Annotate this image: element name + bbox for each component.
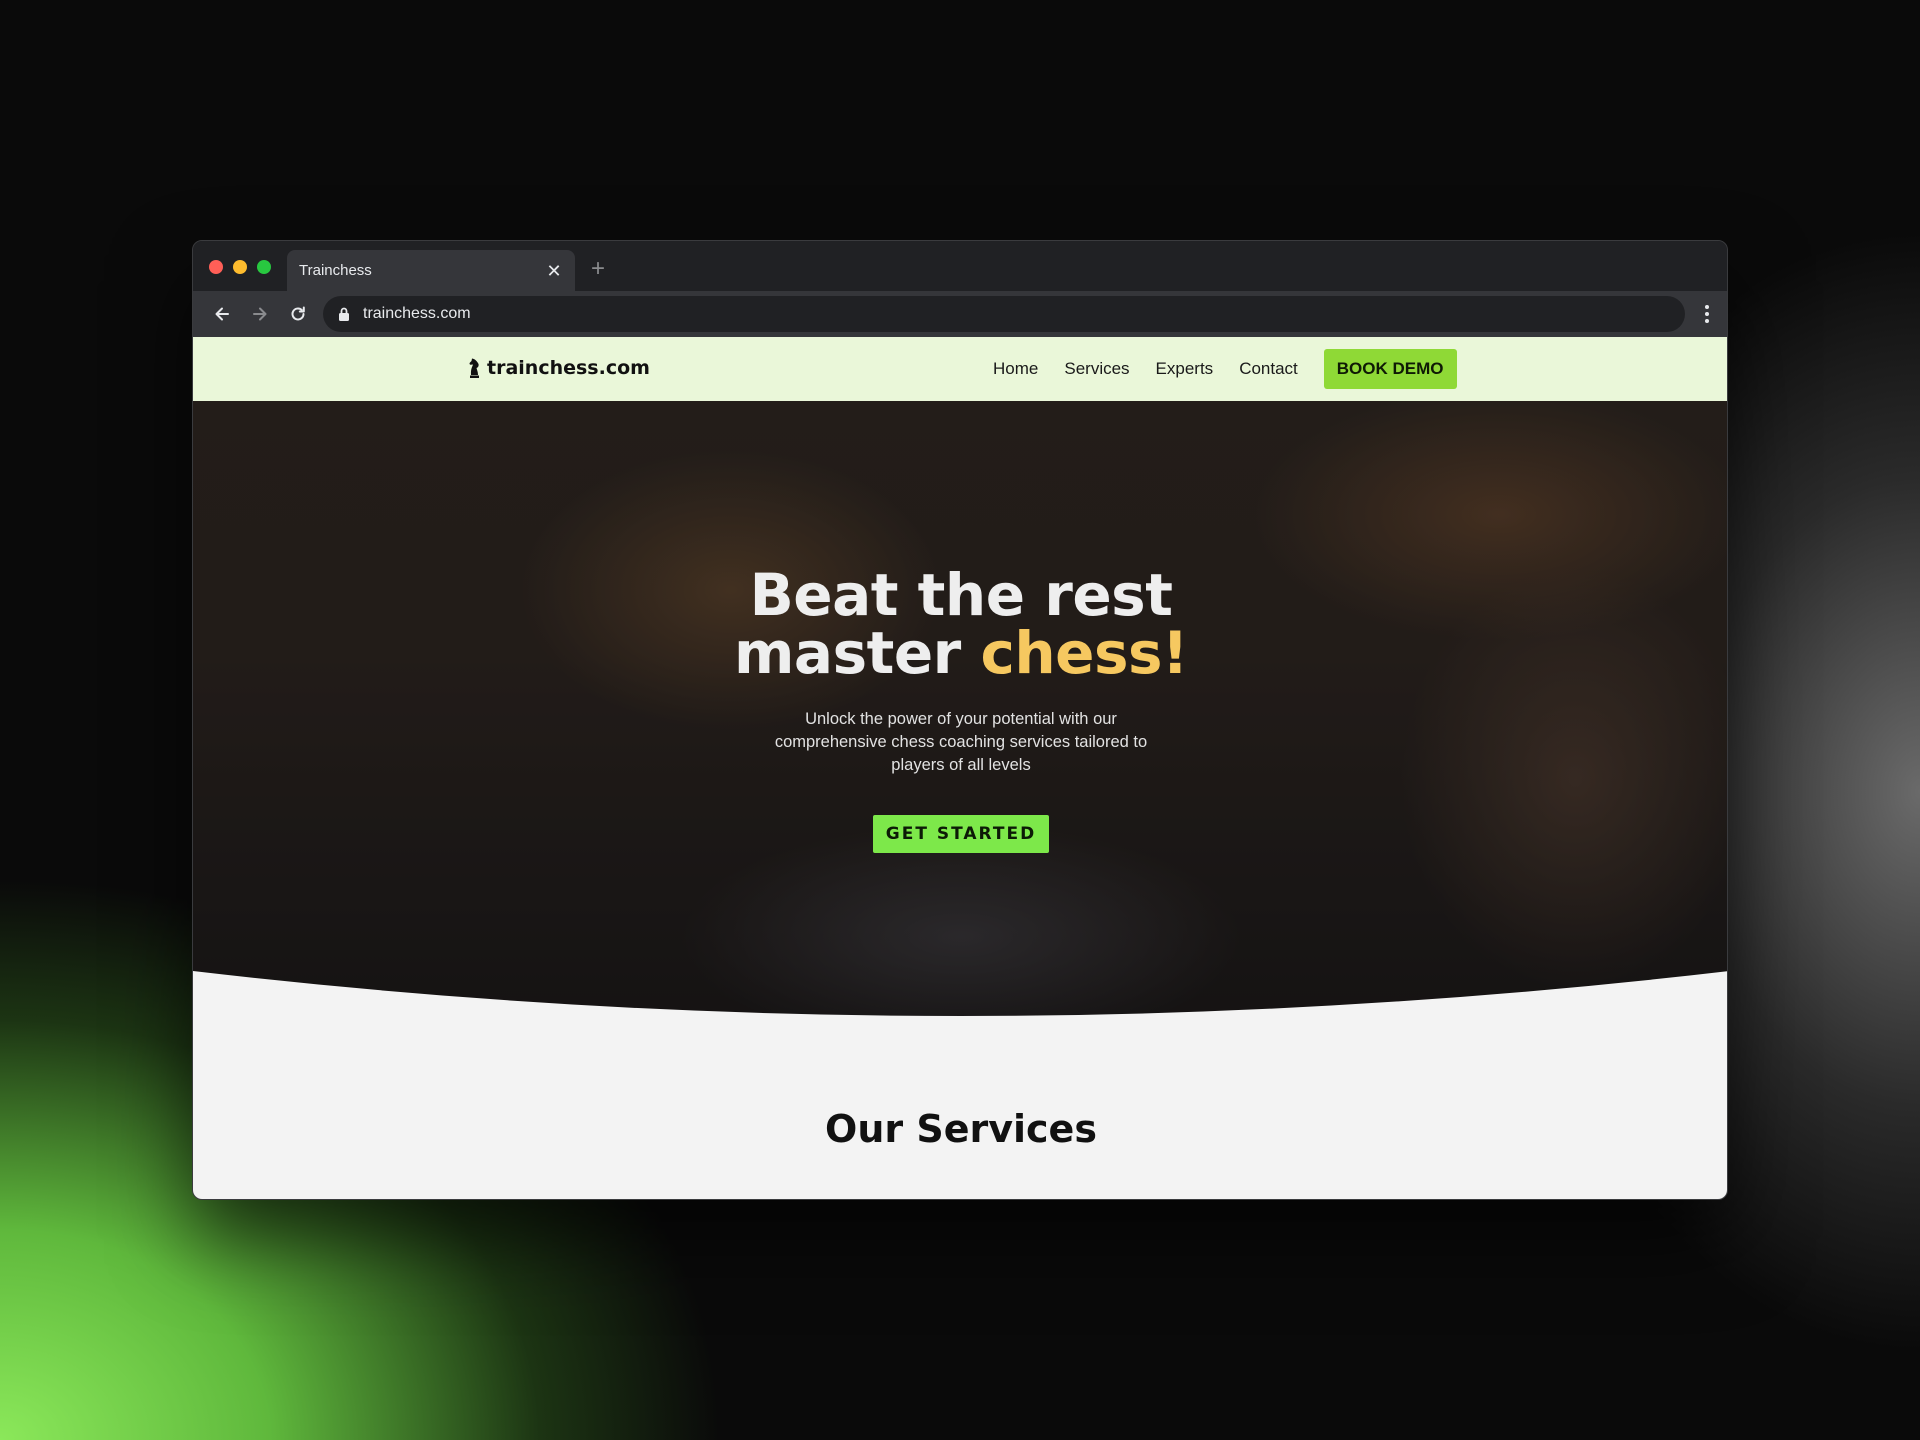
services-heading: Our Services bbox=[825, 1107, 1097, 1151]
chess-knight-icon bbox=[469, 358, 479, 378]
nav-link-contact[interactable]: Contact bbox=[1239, 359, 1298, 379]
hero-content: Beat the rest master chess! Unlock the p… bbox=[193, 566, 1727, 853]
forward-icon[interactable] bbox=[241, 296, 279, 332]
tab-title: Trainchess bbox=[299, 262, 372, 279]
site-header: trainchess.com Home Services Experts Con… bbox=[193, 337, 1727, 401]
nav-link-experts[interactable]: Experts bbox=[1156, 359, 1214, 379]
address-bar[interactable]: trainchess.com bbox=[323, 296, 1685, 332]
close-tab-icon[interactable]: ✕ bbox=[545, 262, 563, 280]
hero-section: Beat the rest master chess! Unlock the p… bbox=[193, 401, 1727, 1031]
url-text: trainchess.com bbox=[363, 305, 471, 322]
nav-link-home[interactable]: Home bbox=[993, 359, 1038, 379]
maximize-window-button[interactable] bbox=[257, 260, 271, 274]
logo-text: trainchess.com bbox=[487, 357, 650, 379]
get-started-button[interactable]: GET STARTED bbox=[872, 815, 1050, 853]
hero-title: Beat the rest master chess! bbox=[193, 566, 1727, 682]
lock-icon bbox=[339, 307, 349, 321]
minimize-window-button[interactable] bbox=[233, 260, 247, 274]
new-tab-icon[interactable]: + bbox=[591, 255, 605, 283]
book-demo-button[interactable]: BOOK DEMO bbox=[1323, 349, 1457, 389]
main-nav: Home Services Experts Contact BOOK DEMO bbox=[993, 337, 1457, 401]
close-window-button[interactable] bbox=[209, 260, 223, 274]
browser-toolbar: trainchess.com bbox=[193, 291, 1727, 337]
hero-wave-divider bbox=[193, 971, 1727, 1031]
hero-title-accent: chess! bbox=[980, 619, 1188, 687]
back-icon[interactable] bbox=[203, 296, 241, 332]
browser-window: Trainchess ✕ + trainchess.com trainchess… bbox=[192, 240, 1728, 1200]
browser-tab[interactable]: Trainchess ✕ bbox=[287, 250, 575, 291]
reload-icon[interactable] bbox=[279, 296, 317, 332]
nav-link-services[interactable]: Services bbox=[1064, 359, 1129, 379]
browser-menu-icon[interactable] bbox=[1697, 305, 1717, 323]
browser-titlebar: Trainchess ✕ + bbox=[193, 241, 1727, 291]
site-logo[interactable]: trainchess.com bbox=[467, 357, 650, 379]
window-controls bbox=[209, 260, 271, 274]
hero-title-line2: master bbox=[734, 619, 981, 687]
page-viewport: trainchess.com Home Services Experts Con… bbox=[193, 337, 1727, 1199]
hero-subtitle: Unlock the power of your potential with … bbox=[774, 710, 1148, 774]
